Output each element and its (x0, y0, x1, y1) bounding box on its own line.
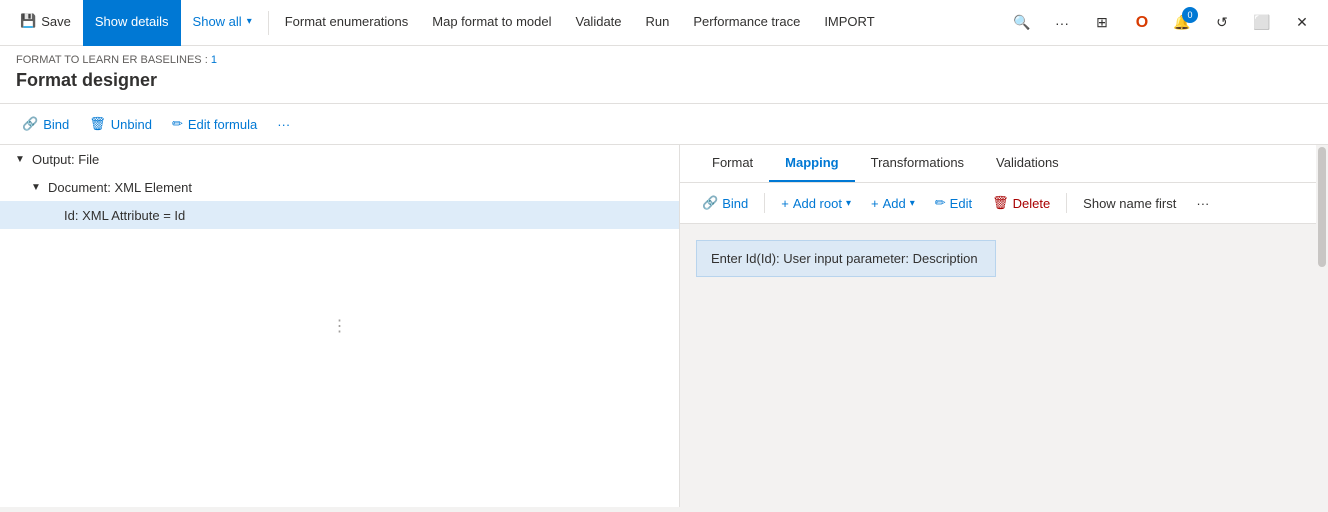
notification-badge: 0 (1182, 7, 1198, 23)
save-icon: 💾 (20, 13, 36, 29)
show-details-button[interactable]: Show details (83, 0, 181, 46)
more-action-button[interactable]: ··· (271, 113, 296, 136)
tab-mapping[interactable]: Mapping (769, 145, 854, 182)
add-root-chevron: ▾ (846, 198, 851, 209)
refresh-button[interactable]: ↺ (1204, 5, 1240, 41)
tab-bar: Format Mapping Transformations Validatio… (680, 145, 1328, 183)
notification-area: 🔔 0 (1164, 5, 1200, 41)
bind-icon: 🔗 (22, 116, 38, 132)
tree-toggle-document[interactable]: ▼ (28, 179, 44, 195)
mapping-bind-icon: 🔗 (702, 195, 718, 211)
tree-label-id: Id: XML Attribute = Id (64, 208, 185, 223)
toolbar-right: 🔍 ··· ⊞ O 🔔 0 ↺ ⬜ ✕ (1004, 5, 1320, 41)
show-all-button[interactable]: Show all ▾ (181, 0, 264, 46)
mapping-toolbar: 🔗 Bind + Add root ▾ + Add ▾ ✏ Edit 🗑 Del… (680, 183, 1328, 224)
validate-button[interactable]: Validate (564, 0, 634, 46)
tree-item-id[interactable]: Id: XML Attribute = Id (0, 201, 679, 229)
tree-toggle-output[interactable]: ▼ (12, 151, 28, 167)
edit-formula-icon: ✏ (172, 116, 183, 132)
tree-item-document[interactable]: ▼ Document: XML Element (0, 173, 679, 201)
page-header: FORMAT TO LEARN ER BASELINES : 1 Format … (0, 46, 1328, 104)
format-enumerations-button[interactable]: Format enumerations (273, 0, 421, 46)
breadcrumb-link[interactable]: 1 (211, 54, 217, 66)
mapping-more-button[interactable]: ··· (1190, 192, 1215, 215)
mapping-entry[interactable]: Enter Id(Id): User input parameter: Desc… (696, 240, 996, 277)
apps-button[interactable]: ⊞ (1084, 5, 1120, 41)
add-icon: + (871, 196, 879, 211)
tab-validations[interactable]: Validations (980, 145, 1075, 182)
breadcrumb-text: FORMAT TO LEARN ER BASELINES (16, 54, 202, 66)
save-button[interactable]: 💾 Save (8, 0, 83, 46)
scrollbar[interactable] (1316, 145, 1328, 507)
unbind-button[interactable]: 🗑 Unbind (83, 112, 158, 136)
mapping-delete-button[interactable]: 🗑 Delete (986, 191, 1056, 215)
close-button[interactable]: ✕ (1284, 5, 1320, 41)
left-panel: ▼ Output: File ▼ Document: XML Element I… (0, 145, 680, 507)
tab-transformations[interactable]: Transformations (855, 145, 980, 182)
tab-format[interactable]: Format (696, 145, 769, 182)
more-options-button[interactable]: ··· (1044, 5, 1080, 41)
map-sep-1 (764, 193, 765, 213)
add-chevron: ▾ (910, 198, 915, 209)
mapping-add-root-button[interactable]: + Add root ▾ (775, 192, 857, 215)
mapping-edit-button[interactable]: ✏ Edit (929, 191, 978, 215)
tree-item-output[interactable]: ▼ Output: File (0, 145, 679, 173)
bind-button[interactable]: 🔗 Bind (16, 112, 75, 136)
tree-label-document: Document: XML Element (48, 180, 192, 195)
performance-trace-button[interactable]: Performance trace (681, 0, 812, 46)
separator-1 (268, 11, 269, 35)
show-name-first-button[interactable]: Show name first (1077, 192, 1182, 215)
maximize-button[interactable]: ⬜ (1244, 5, 1280, 41)
mapping-add-button[interactable]: + Add ▾ (865, 192, 921, 215)
map-format-button[interactable]: Map format to model (420, 0, 563, 46)
action-bar: 🔗 Bind 🗑 Unbind ✏ Edit formula ··· (0, 104, 1328, 145)
add-root-icon: + (781, 196, 789, 211)
scrollbar-thumb[interactable] (1318, 147, 1326, 267)
right-panel: Format Mapping Transformations Validatio… (680, 145, 1328, 507)
show-all-chevron-icon: ▾ (247, 16, 252, 27)
tree-label-output: Output: File (32, 152, 99, 167)
map-sep-2 (1066, 193, 1067, 213)
edit-icon: ✏ (935, 195, 946, 211)
office-button[interactable]: O (1124, 5, 1160, 41)
import-button[interactable]: IMPORT (812, 0, 886, 46)
breadcrumb: FORMAT TO LEARN ER BASELINES : 1 (16, 54, 1312, 66)
search-button[interactable]: 🔍 (1004, 5, 1040, 41)
page-title: Format designer (16, 70, 1312, 91)
main-content: ▼ Output: File ▼ Document: XML Element I… (0, 145, 1328, 507)
unbind-icon: 🗑 (89, 116, 106, 132)
mapping-content: Enter Id(Id): User input parameter: Desc… (680, 224, 1328, 507)
drag-handle[interactable]: ⋮ (332, 316, 348, 336)
run-button[interactable]: Run (634, 0, 682, 46)
edit-formula-button[interactable]: ✏ Edit formula (166, 112, 263, 136)
tree-toggle-id (44, 207, 60, 223)
mapping-bind-button[interactable]: 🔗 Bind (696, 191, 754, 215)
toolbar: 💾 Save Show details Show all ▾ Format en… (0, 0, 1328, 46)
delete-icon: 🗑 (992, 195, 1009, 211)
